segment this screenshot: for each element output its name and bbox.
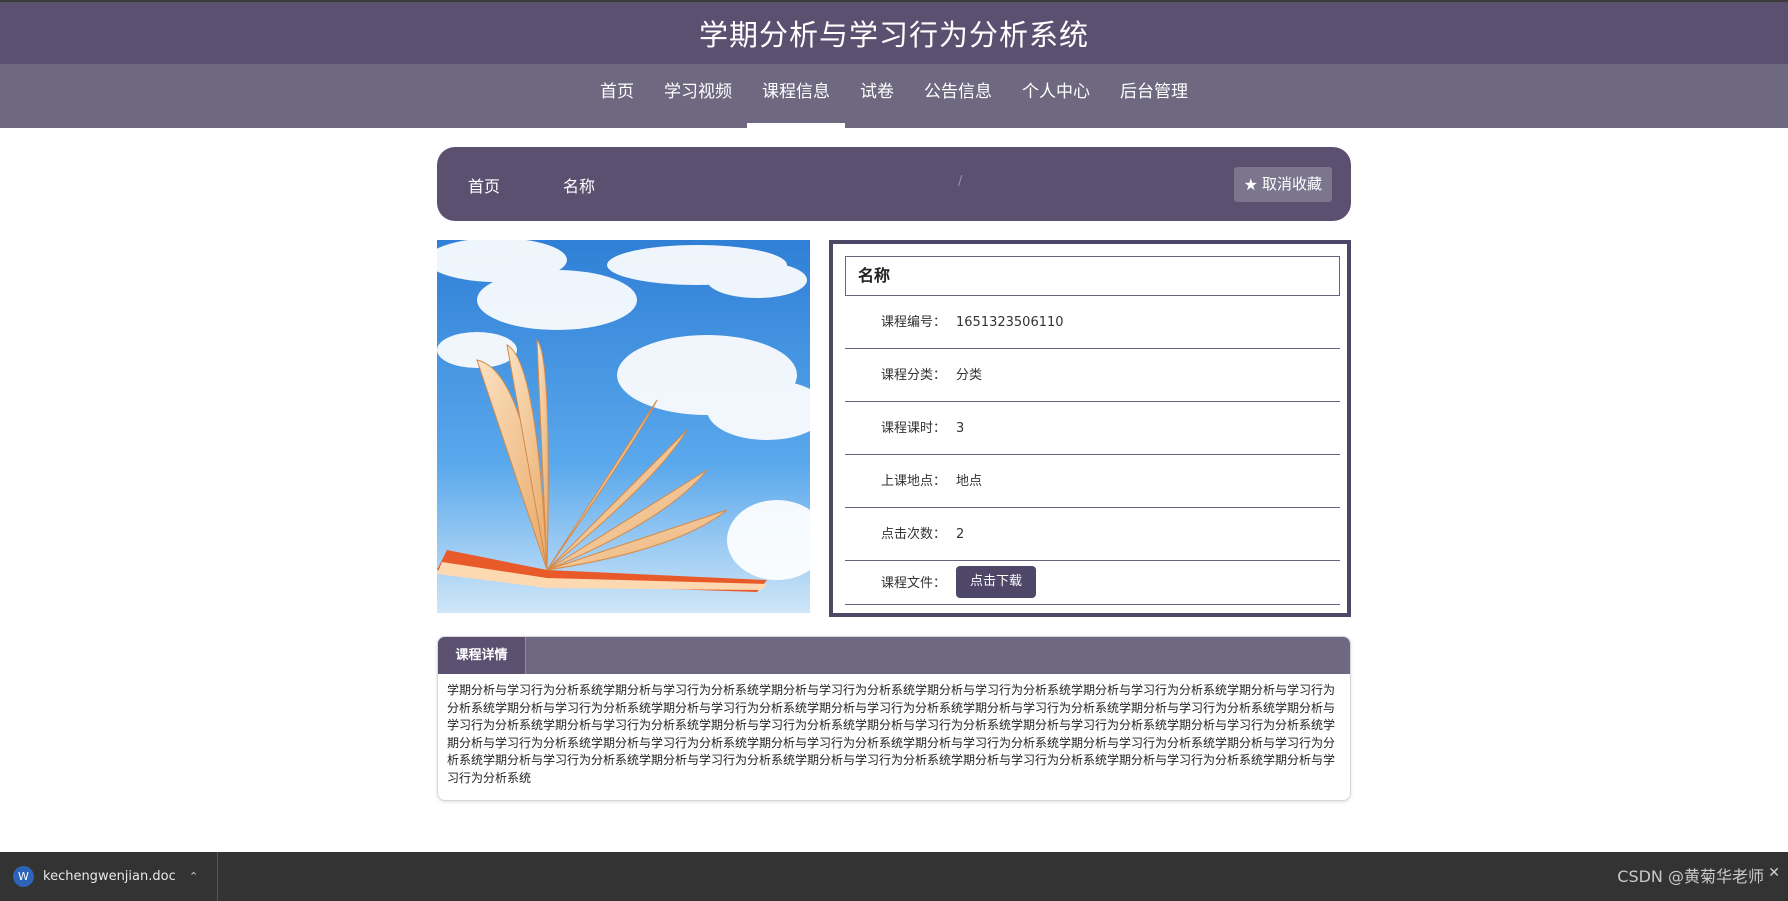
breadcrumb-separator: / bbox=[958, 174, 963, 189]
detail-tabbar: 课程详情 bbox=[438, 637, 1350, 674]
download-shelf: W kechengwenjian.doc ⌃ CSDN @黄菊华老师 ✕ bbox=[0, 852, 1788, 901]
tab-course-detail[interactable]: 课程详情 bbox=[438, 637, 526, 674]
category-value: 分类 bbox=[956, 368, 983, 383]
info-row-location: 上课地点： 地点 bbox=[845, 455, 1340, 508]
category-label: 课程分类： bbox=[881, 368, 947, 383]
main-nav: 首页 学习视频 课程信息 试卷 公告信息 个人中心 后台管理 bbox=[0, 64, 1788, 128]
info-row-clicks: 点击次数： 2 bbox=[845, 508, 1340, 561]
course-id-label: 课程编号： bbox=[881, 315, 947, 330]
clicks-label: 点击次数： bbox=[881, 527, 947, 542]
info-row-hours: 课程课时： 3 bbox=[845, 402, 1340, 455]
site-title: 学期分析与学习行为分析系统 bbox=[698, 18, 1089, 52]
info-row-course-id: 课程编号： 1651323506110 bbox=[845, 296, 1340, 349]
location-value: 地点 bbox=[956, 474, 983, 489]
top-header: 学期分析与学习行为分析系统 bbox=[0, 0, 1788, 64]
download-filename: kechengwenjian.doc bbox=[43, 869, 176, 884]
open-book-sky-illustration bbox=[437, 240, 810, 613]
unfavorite-button[interactable]: ★ 取消收藏 bbox=[1233, 167, 1332, 202]
info-row-file: 课程文件： 点击下载 bbox=[845, 561, 1340, 605]
location-label: 上课地点： bbox=[881, 474, 947, 489]
file-label: 课程文件： bbox=[881, 576, 947, 591]
unfavorite-button-label: 取消收藏 bbox=[1261, 175, 1322, 193]
nav-item-home[interactable]: 首页 bbox=[585, 64, 649, 128]
word-document-icon: W bbox=[13, 866, 34, 887]
info-row-category: 课程分类： 分类 bbox=[845, 349, 1340, 402]
course-info-panel: 名称 课程编号： 1651323506110 课程分类： 分类 课程课时： 3 … bbox=[829, 240, 1351, 617]
download-item[interactable]: W kechengwenjian.doc ⌃ bbox=[0, 852, 218, 901]
watermark-text: CSDN @黄菊华老师 bbox=[1617, 867, 1764, 886]
nav-item-courses[interactable]: 课程信息 bbox=[747, 64, 845, 128]
course-name-title: 名称 bbox=[845, 256, 1340, 296]
course-detail-card: 课程详情 学期分析与学习行为分析系统学期分析与学习行为分析系统学期分析与学习行为… bbox=[437, 636, 1351, 801]
close-icon[interactable]: ✕ bbox=[1768, 865, 1780, 881]
breadcrumb-home-link[interactable]: 首页 bbox=[468, 173, 500, 197]
star-icon: ★ bbox=[1243, 175, 1258, 194]
nav-item-videos[interactable]: 学习视频 bbox=[649, 64, 747, 128]
course-cover-image bbox=[437, 240, 810, 613]
clicks-value: 2 bbox=[956, 527, 965, 542]
course-detail-text: 学期分析与学习行为分析系统学期分析与学习行为分析系统学期分析与学习行为分析系统学… bbox=[447, 683, 1336, 785]
breadcrumb-current: 名称 bbox=[563, 177, 596, 196]
nav-item-profile[interactable]: 个人中心 bbox=[1007, 64, 1105, 128]
chevron-up-icon[interactable]: ⌃ bbox=[189, 852, 198, 901]
breadcrumb: 首页 / 名称 ★ 取消收藏 bbox=[437, 147, 1351, 221]
hours-value: 3 bbox=[956, 421, 965, 436]
nav-item-announcements[interactable]: 公告信息 bbox=[909, 64, 1007, 128]
nav-item-admin[interactable]: 后台管理 bbox=[1105, 64, 1203, 128]
course-id-value: 1651323506110 bbox=[956, 315, 1064, 330]
hours-label: 课程课时： bbox=[881, 421, 947, 436]
nav-item-exams[interactable]: 试卷 bbox=[845, 64, 909, 128]
download-button[interactable]: 点击下载 bbox=[956, 566, 1036, 598]
